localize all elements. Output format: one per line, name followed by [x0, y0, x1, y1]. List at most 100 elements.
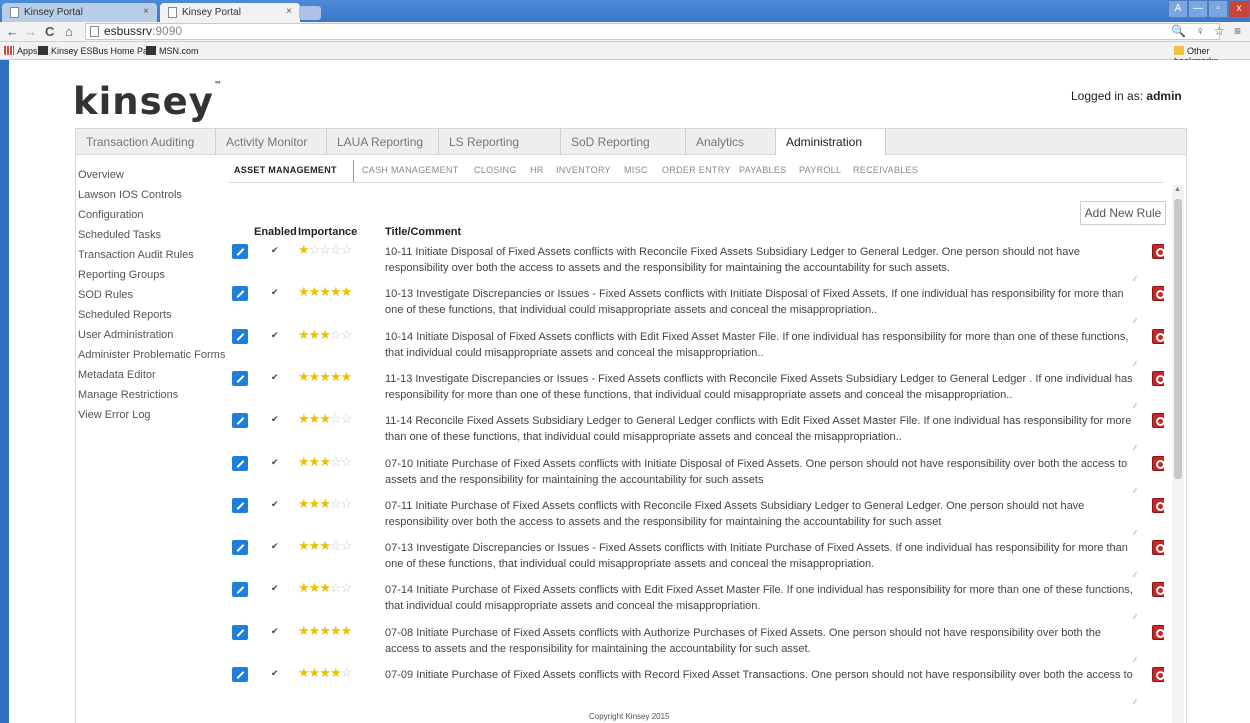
delete-icon[interactable] — [1152, 582, 1164, 598]
resize-grip-icon[interactable]: ⁄⁄ — [1134, 488, 1136, 495]
edit-icon[interactable] — [232, 286, 248, 302]
star-empty-icon[interactable]: ☆ — [330, 496, 342, 511]
sidebar-item-user-administration[interactable]: User Administration — [78, 325, 233, 345]
star-filled-icon[interactable]: ★ — [309, 411, 321, 426]
sidebar-item-scheduled-tasks[interactable]: Scheduled Tasks — [78, 225, 233, 245]
resize-grip-icon[interactable]: ⁄⁄ — [1134, 276, 1136, 283]
tab-administration[interactable]: Administration — [776, 129, 886, 155]
delete-icon[interactable] — [1152, 244, 1164, 259]
star-filled-icon[interactable]: ★ — [309, 496, 321, 511]
reload-icon[interactable]: C — [45, 24, 54, 39]
rule-comment-field[interactable]: 11-14 Reconcile Fixed Assets Subsidiary … — [385, 413, 1137, 445]
resize-grip-icon[interactable]: ⁄⁄ — [1134, 699, 1136, 706]
star-filled-icon[interactable]: ★ — [298, 538, 310, 553]
enabled-checkbox[interactable]: ✔ — [271, 246, 280, 255]
enabled-checkbox[interactable]: ✔ — [271, 669, 280, 678]
star-filled-icon[interactable]: ★ — [319, 454, 331, 469]
sidebar-item-manage-restrictions[interactable]: Manage Restrictions — [78, 385, 233, 405]
star-filled-icon[interactable]: ★ — [309, 623, 321, 638]
star-filled-icon[interactable]: ★ — [341, 369, 353, 384]
bookmark-apps[interactable]: Apps — [4, 46, 38, 56]
resize-grip-icon[interactable]: ⁄⁄ — [1134, 572, 1136, 579]
tab-analytics[interactable]: Analytics — [686, 129, 776, 155]
delete-icon[interactable] — [1152, 667, 1164, 682]
edit-icon[interactable] — [232, 667, 248, 682]
delete-icon[interactable] — [1152, 624, 1164, 640]
rule-comment-field[interactable]: 07-14 Initiate Purchase of Fixed Assets … — [385, 582, 1137, 614]
delete-icon[interactable] — [1152, 540, 1164, 556]
tab-transaction-auditing[interactable]: Transaction Auditing — [76, 129, 216, 155]
star-filled-icon[interactable]: ★ — [298, 411, 310, 426]
star-empty-icon[interactable]: ☆ — [341, 243, 353, 257]
importance-rating[interactable]: ★★★☆☆ — [298, 580, 352, 596]
url-input[interactable]: esbussrv:9090 — [85, 23, 1220, 40]
star-filled-icon[interactable]: ★ — [298, 665, 310, 680]
edit-icon[interactable] — [232, 497, 248, 513]
importance-rating[interactable]: ★★★☆☆ — [298, 538, 352, 554]
resize-grip-icon[interactable]: ⁄⁄ — [1134, 614, 1136, 621]
delete-icon[interactable] — [1152, 286, 1164, 302]
star-filled-icon[interactable]: ★ — [309, 284, 321, 299]
bookmark-item[interactable]: Kinsey ESBus Home Pa... — [38, 46, 156, 56]
sidebar-item-reporting-groups[interactable]: Reporting Groups — [78, 265, 233, 285]
sidebar-item-metadata-editor[interactable]: Metadata Editor — [78, 365, 233, 385]
edit-icon[interactable] — [232, 244, 248, 259]
rule-comment-field[interactable]: 10-13 Investigate Discrepancies or Issue… — [385, 286, 1137, 318]
star-filled-icon[interactable]: ★ — [319, 496, 331, 511]
star-filled-icon[interactable]: ★ — [309, 327, 321, 342]
resize-grip-icon[interactable]: ⁄⁄ — [1134, 403, 1136, 410]
star-filled-icon[interactable]: ★ — [330, 284, 342, 299]
importance-rating[interactable]: ★★★★★ — [298, 284, 353, 300]
forward-icon[interactable]: → — [24, 24, 37, 39]
star-filled-icon[interactable]: ★ — [309, 538, 321, 553]
bookmark-item[interactable]: MSN.com — [146, 46, 199, 56]
delete-icon[interactable] — [1152, 370, 1164, 386]
sidebar-item-view-error-log[interactable]: View Error Log — [78, 405, 233, 425]
subtab-order-entry[interactable]: ORDER ENTRY — [662, 165, 731, 175]
star-empty-icon[interactable]: ☆ — [341, 496, 353, 511]
star-filled-icon[interactable]: ★ — [298, 580, 310, 595]
rule-comment-field[interactable]: 07-10 Initiate Purchase of Fixed Assets … — [385, 456, 1137, 488]
star-empty-icon[interactable]: ☆ — [341, 454, 353, 469]
importance-rating[interactable]: ★☆☆☆☆ — [298, 243, 353, 258]
close-tab-icon[interactable]: × — [143, 6, 149, 17]
importance-rating[interactable]: ★★★☆☆ — [298, 454, 353, 470]
user-icon[interactable]: A — [1168, 0, 1188, 18]
star-empty-icon[interactable]: ☆ — [330, 243, 342, 257]
delete-icon[interactable] — [1152, 497, 1164, 513]
star-filled-icon[interactable]: ★ — [298, 496, 310, 511]
delete-icon[interactable] — [1152, 455, 1164, 471]
add-new-rule-button[interactable]: Add New Rule — [1080, 201, 1166, 225]
star-filled-icon[interactable]: ★ — [330, 369, 342, 384]
star-filled-icon[interactable]: ★ — [330, 665, 342, 680]
edit-icon[interactable] — [232, 328, 248, 344]
sidebar-item-overview[interactable]: Overview — [78, 165, 233, 185]
sidebar-item-transaction-audit-rules[interactable]: Transaction Audit Rules — [78, 245, 233, 265]
star-filled-icon[interactable]: ★ — [319, 665, 331, 680]
star-empty-icon[interactable]: ☆ — [330, 327, 342, 342]
delete-icon[interactable] — [1152, 328, 1164, 344]
rule-comment-field[interactable]: 07-08 Initiate Purchase of Fixed Assets … — [385, 625, 1137, 657]
minimize-button[interactable]: — — [1188, 0, 1208, 18]
star-filled-icon[interactable]: ★ — [341, 284, 353, 299]
sidebar-item-administer-problematic-forms[interactable]: Administer Problematic Forms — [78, 345, 233, 365]
subtab-payroll[interactable]: PAYROLL — [799, 165, 841, 175]
rule-comment-field[interactable]: 07-13 Investigate Discrepancies or Issue… — [385, 540, 1137, 572]
edit-icon[interactable] — [232, 413, 248, 429]
enabled-checkbox[interactable]: ✔ — [271, 457, 280, 467]
star-filled-icon[interactable]: ★ — [319, 284, 331, 299]
subtab-closing[interactable]: CLOSING — [474, 165, 517, 175]
star-filled-icon[interactable]: ★ — [319, 623, 331, 638]
rule-comment-field[interactable]: 10-11 Initiate Disposal of Fixed Assets … — [385, 244, 1137, 276]
star-empty-icon[interactable]: ☆ — [319, 243, 331, 257]
tab-sod-reporting[interactable]: SoD Reporting — [561, 129, 686, 155]
star-filled-icon[interactable]: ★ — [319, 580, 331, 595]
resize-grip-icon[interactable]: ⁄⁄ — [1134, 445, 1136, 452]
scrollbar[interactable]: ▲ ▼ — [1172, 185, 1184, 723]
star-empty-icon[interactable]: ☆ — [330, 454, 342, 469]
close-window-button[interactable]: x — [1228, 0, 1250, 18]
star-filled-icon[interactable]: ★ — [309, 454, 321, 469]
importance-rating[interactable]: ★★★★★ — [298, 623, 352, 639]
new-tab-button[interactable] — [299, 6, 321, 20]
sidebar-item-configuration[interactable]: Configuration — [78, 205, 233, 225]
